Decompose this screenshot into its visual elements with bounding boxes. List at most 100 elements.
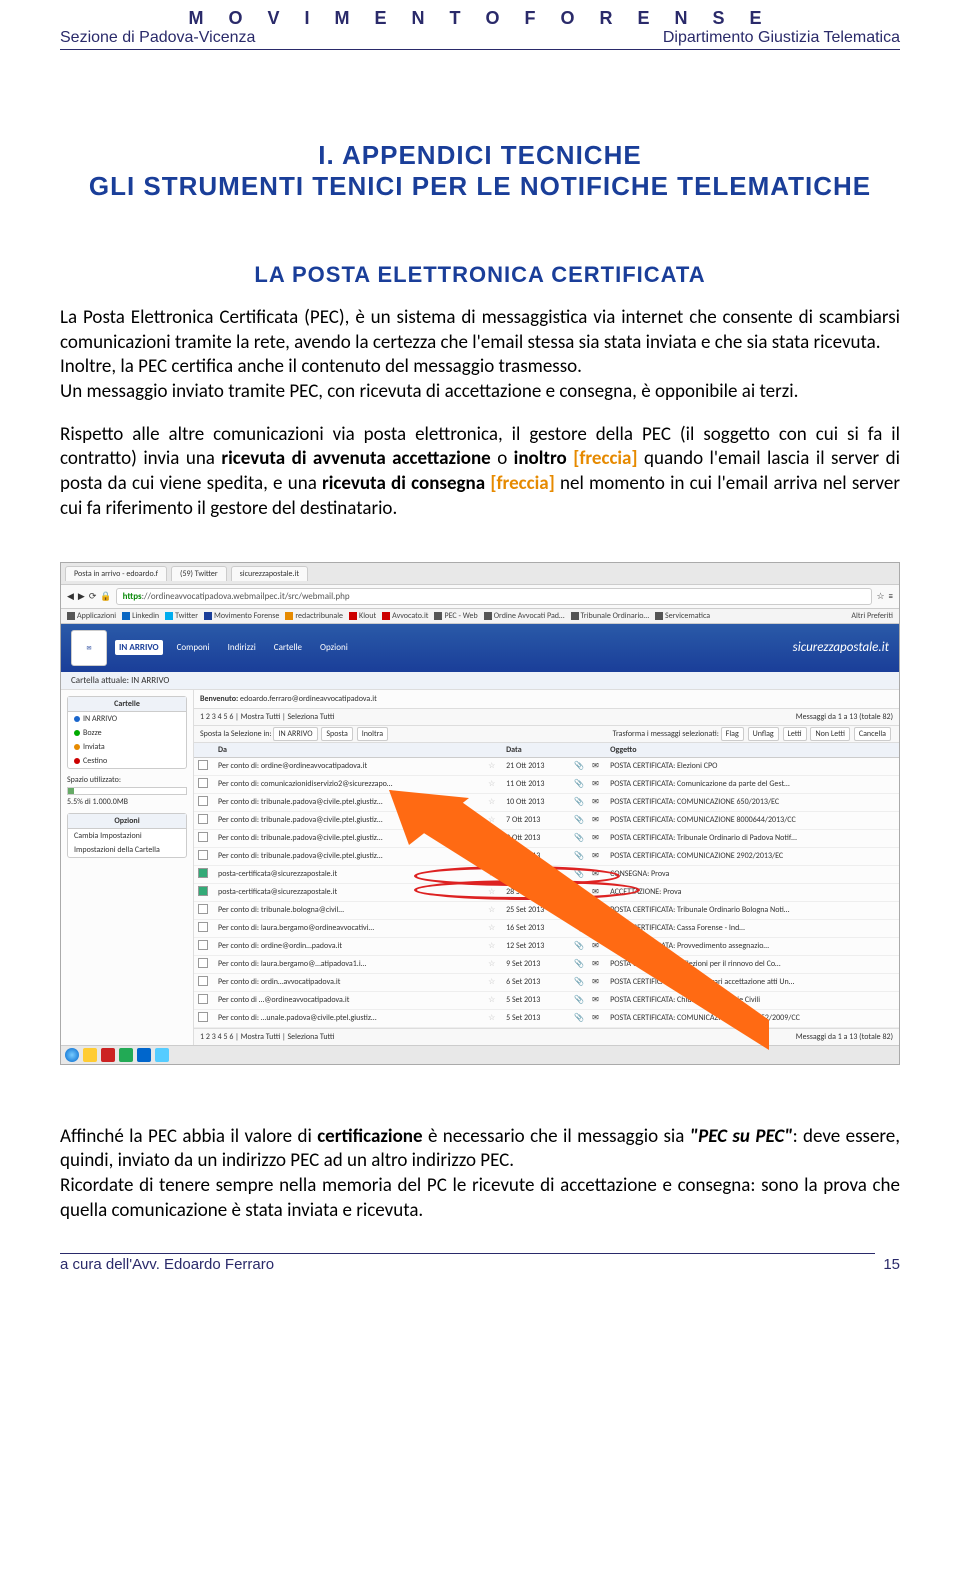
page-number: 15 [883, 1256, 900, 1273]
checkbox-icon[interactable] [198, 760, 208, 770]
checkbox-icon[interactable] [198, 814, 208, 824]
opt-folder-settings[interactable]: Impostazioni della Cartella [68, 843, 186, 857]
explorer-icon[interactable] [83, 1048, 97, 1062]
table-row[interactable]: Per conto di: tribunale.padova@civile.pt… [194, 811, 899, 829]
dest-select[interactable]: IN ARRIVO [273, 727, 317, 741]
read-button[interactable]: Letti [783, 727, 807, 741]
checkbox-icon[interactable] [198, 796, 208, 806]
browser-tab[interactable]: (59) Twitter [171, 566, 227, 581]
table-row[interactable]: Per conto di: tribunale.padova@civile.pt… [194, 829, 899, 847]
bookmark[interactable]: Movimento Forense [204, 611, 279, 621]
folder-inbox[interactable]: IN ARRIVO [68, 712, 186, 726]
browser-tab[interactable]: sicurezzapostale.it [231, 566, 308, 581]
brand-label: sicurezzapostale.it [793, 640, 889, 655]
opt-change-settings[interactable]: Cambia Impostazioni [68, 829, 186, 843]
bookmark[interactable]: Altri Preferiti [851, 611, 893, 621]
folder-sent[interactable]: Inviata [68, 740, 186, 754]
embedded-screenshot: Posta in arrivo - edoardo.f (59) Twitter… [60, 562, 900, 1065]
table-row[interactable]: Per conto di: tribunale.padova@civile.pt… [194, 847, 899, 865]
section-title: LA POSTA ELETTRONICA CERTIFICATA [60, 262, 900, 288]
pager-bottom[interactable]: 1 2 3 4 5 6 | Mostra Tutti | Seleziona T… [200, 1032, 334, 1042]
p2-f: [freccia] [573, 447, 637, 470]
unread-button[interactable]: Non Letti [810, 727, 850, 741]
av-icon[interactable] [101, 1048, 115, 1062]
folder-drafts[interactable]: Bozze [68, 726, 186, 740]
bookmark[interactable]: PEC - Web [434, 611, 477, 621]
forward-icon[interactable]: ▶ [78, 591, 85, 602]
unflag-button[interactable]: Unflag [748, 727, 779, 741]
appendix-title-2: GLI STRUMENTI TENICI PER LE NOTIFICHE TE… [60, 171, 900, 202]
table-row[interactable]: posta-certificata@sicurezzapostale.it☆28… [194, 865, 899, 883]
browser-tab[interactable]: Posta in arrivo - edoardo.f [65, 566, 167, 581]
pager-top[interactable]: 1 2 3 4 5 6 | Mostra Tutti | Seleziona T… [200, 712, 334, 722]
bookmark[interactable]: Avvocato.it [382, 611, 428, 621]
move-button[interactable]: Sposta [321, 727, 353, 741]
reload-icon[interactable]: ⟳ [89, 591, 97, 602]
checkbox-icon[interactable] [198, 922, 208, 932]
bookmark[interactable]: Servicematica [655, 611, 710, 621]
nav-options[interactable]: Opzioni [316, 640, 352, 655]
breadcrumb: Cartella attuale: IN ARRIVO [61, 672, 899, 690]
nav-compose[interactable]: Componi [173, 640, 214, 655]
bookmark[interactable]: Klout [349, 611, 376, 621]
folder-trash[interactable]: Cestino [68, 754, 186, 768]
checkbox-icon[interactable] [198, 976, 208, 986]
menu-icon[interactable]: ≡ [889, 591, 893, 602]
p2-d: inoltro [514, 447, 567, 470]
checkbox-icon[interactable] [198, 832, 208, 842]
table-row[interactable]: Per conto di: …unale.padova@civile.ptel.… [194, 1009, 899, 1027]
bookmark[interactable]: redactribunale [285, 611, 343, 621]
skype-icon[interactable] [155, 1048, 169, 1062]
msg-count-bottom: Messaggi da 1 a 13 (totale 82) [796, 1032, 893, 1042]
space-label: Spazio utilizzato: [67, 775, 187, 785]
header-right: Dipartimento Giustizia Telematica [663, 29, 900, 47]
footer-author: a cura dell'Avv. Edoardo Ferraro [60, 1253, 875, 1273]
p2-j: [freccia] [490, 472, 554, 495]
p3-a: Affinché la PEC abbia il valore di [60, 1125, 317, 1148]
bookmark[interactable]: Linkedin [122, 611, 159, 621]
msg-count: Messaggi da 1 a 13 (totale 82) [796, 712, 893, 722]
table-row[interactable]: Per conto di: laura.bergamo@ordineavvoca… [194, 919, 899, 937]
table-row[interactable]: posta-certificata@sicurezzapostale.it☆28… [194, 883, 899, 901]
delete-button[interactable]: Cancella [854, 727, 891, 741]
table-row[interactable]: Per conto di: tribunale.bologna@civil…☆2… [194, 901, 899, 919]
bookmark[interactable]: Twitter [165, 611, 198, 621]
table-row[interactable]: Per conto di: comunicazionidiservizio2@s… [194, 775, 899, 793]
nav-folders[interactable]: Cartelle [270, 640, 306, 655]
space-value: 5.5% di 1.000.0MB [67, 797, 187, 807]
bookmark[interactable]: Ordine Avvocati Pad… [484, 611, 565, 621]
table-row[interactable]: Per conto di: ordine@ordin…padova.it☆12 … [194, 937, 899, 955]
address-bar[interactable]: https://ordineavvocatipadova.webmailpec.… [116, 588, 873, 605]
lock-icon: 🔒 [100, 591, 111, 602]
table-row[interactable]: Per conto di: ordine@ordineavvocatipadov… [194, 757, 899, 775]
nav-inbox[interactable]: IN ARRIVO [115, 640, 163, 655]
para1-p2: Inoltre, la PEC certifica anche il conte… [60, 355, 582, 378]
start-icon[interactable] [65, 1048, 79, 1062]
table-row[interactable]: Per conto di …@ordineavvocatipadova.it☆5… [194, 991, 899, 1009]
para1-p3: Un messaggio inviato tramite PEC, con ri… [60, 380, 798, 403]
star-icon[interactable]: ☆ [876, 591, 884, 602]
app-icon[interactable] [119, 1048, 133, 1062]
checkbox-icon[interactable] [198, 1012, 208, 1022]
checkbox-icon[interactable] [198, 778, 208, 788]
checkbox-icon[interactable] [198, 994, 208, 1004]
checkbox-icon[interactable] [198, 886, 208, 896]
bookmarks-bar: Applicazioni Linkedin Twitter Movimento … [61, 609, 899, 624]
bookmark[interactable]: Applicazioni [67, 611, 116, 621]
forward-button[interactable]: Inoltra [357, 727, 388, 741]
checkbox-icon[interactable] [198, 940, 208, 950]
app-icon[interactable] [137, 1048, 151, 1062]
back-icon[interactable]: ◀ [67, 591, 74, 602]
flag-button[interactable]: Flag [721, 727, 744, 741]
taskbar [61, 1045, 899, 1064]
table-row[interactable]: Per conto di: tribunale.padova@civile.pt… [194, 793, 899, 811]
table-row[interactable]: Per conto di: laura.bergamo@…atipadova1.… [194, 955, 899, 973]
checkbox-icon[interactable] [198, 850, 208, 860]
checkbox-icon[interactable] [198, 868, 208, 878]
checkbox-icon[interactable] [198, 958, 208, 968]
bookmark[interactable]: Tribunale Ordinario… [571, 611, 650, 621]
org-name: M O V I M E N T O F O R E N S E [60, 8, 900, 29]
nav-addresses[interactable]: Indirizzi [224, 640, 260, 655]
checkbox-icon[interactable] [198, 904, 208, 914]
table-row[interactable]: Per conto di: ordin…avvocatipadova.it☆6 … [194, 973, 899, 991]
